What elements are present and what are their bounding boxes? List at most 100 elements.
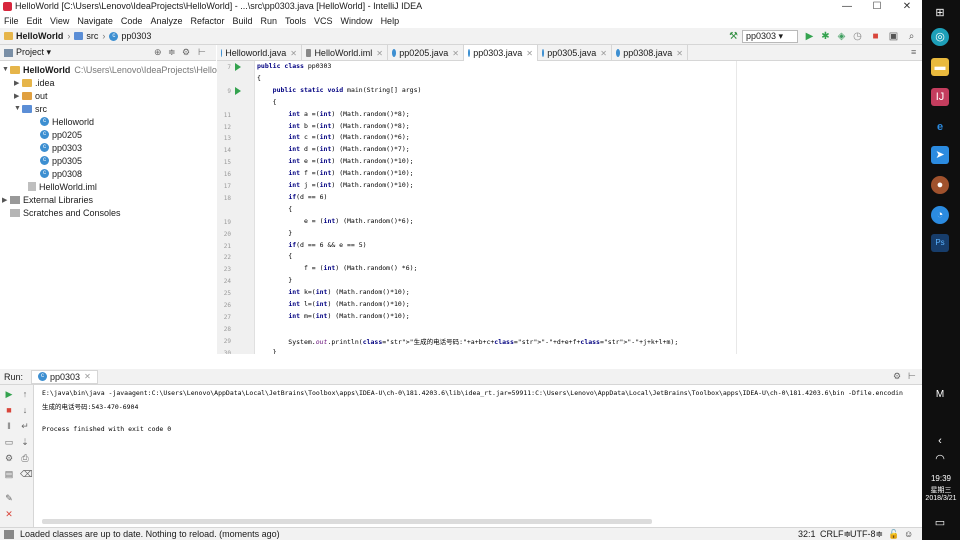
send-icon[interactable]: ➤ (931, 146, 949, 164)
run-gutter-icon[interactable] (235, 86, 241, 95)
pin-icon[interactable]: ✎ (4, 493, 14, 503)
start-icon[interactable]: ⊞ (931, 4, 949, 22)
tab-pp0305[interactable]: pp0305.java ✕ (538, 45, 612, 61)
lock-icon[interactable]: 🔓 (888, 529, 899, 540)
close-tab-icon[interactable]: ✕ (84, 372, 91, 381)
print-icon[interactable]: ⎙ (20, 453, 30, 463)
layout-icon[interactable]: ▤ (4, 469, 14, 479)
stop-icon[interactable]: ■ (870, 31, 881, 42)
menu-run[interactable]: Run (261, 16, 278, 26)
file-encoding[interactable]: UTF-8≑ (850, 529, 883, 540)
run-gutter-icon[interactable] (235, 63, 241, 71)
pause-icon[interactable]: ‖ (4, 421, 14, 431)
tree-item-class[interactable]: c pp0305 (40, 154, 82, 167)
horizontal-scrollbar[interactable] (42, 519, 652, 524)
menu-view[interactable]: View (50, 16, 69, 26)
menu-help[interactable]: Help (381, 16, 400, 26)
clock-weekday[interactable]: 星期三 (922, 485, 960, 495)
menu-code[interactable]: Code (121, 16, 143, 26)
tree-item-helloworld[interactable]: ▼ HelloWorld C:\Users\Lenovo\IdeaProject… (2, 63, 240, 76)
minimize-button[interactable]: — (832, 0, 862, 14)
run-configuration-select[interactable]: pp0303 ▾ (742, 30, 798, 43)
close-tab-icon[interactable]: ✕ (452, 49, 459, 58)
rerun-icon[interactable]: ▶ (4, 389, 14, 399)
tree-item-class[interactable]: c pp0303 (40, 141, 82, 154)
collapse-icon[interactable]: ≑ (168, 47, 176, 58)
target-icon[interactable]: ⊕ (154, 47, 162, 58)
edge-icon[interactable]: e (931, 118, 949, 136)
code-editor[interactable]: 7 9 11 12 13 14 15 16 17 18 19 20 21 22 23 24 25 26 27 28 29… (217, 61, 922, 354)
line-separator[interactable]: CRLF≑ (820, 529, 851, 540)
menu-window[interactable]: Window (341, 16, 373, 26)
caret-position[interactable]: 32:1 (798, 529, 816, 539)
expand-arrow-icon[interactable]: ▼ (14, 105, 22, 112)
tab-pp0308[interactable]: pp0308.java ✕ (612, 45, 688, 61)
project-view-select[interactable]: Project ▾ (16, 47, 51, 58)
tab-helloworld-java[interactable]: Helloworld.java ✕ (217, 45, 302, 61)
menu-refactor[interactable]: Refactor (190, 16, 224, 26)
close-tab-icon[interactable]: ✕ (290, 49, 297, 58)
expand-arrow-icon[interactable]: ▶ (2, 196, 10, 204)
stop-icon[interactable]: ■ (4, 405, 14, 415)
intellij-icon[interactable]: IJ (931, 88, 949, 106)
soft-wrap-icon[interactable]: ↵ (20, 421, 30, 431)
close-button[interactable]: ✕ (892, 0, 922, 14)
action-center-icon[interactable]: ▭ (931, 514, 949, 532)
tab-pp0303[interactable]: pp0303.java ✕ (464, 45, 538, 61)
debug-icon[interactable]: ✱ (820, 31, 831, 42)
expand-arrow-icon[interactable]: ▶ (14, 79, 22, 87)
menu-navigate[interactable]: Navigate (77, 16, 113, 26)
user-icon[interactable]: ● (931, 176, 949, 194)
up-icon[interactable]: ↑ (20, 389, 30, 399)
tree-item-scratches[interactable]: Scratches and Consoles (10, 206, 121, 219)
tree-item-class[interactable]: c Helloworld (40, 115, 94, 128)
photoshop-icon[interactable]: Ps (931, 234, 949, 252)
app-icon[interactable]: ◎ (931, 28, 949, 46)
settings-icon[interactable]: ⚙ (4, 453, 14, 463)
coverage-icon[interactable]: ◈ (836, 31, 847, 42)
chevron-left-icon[interactable]: ‹ (931, 432, 949, 450)
breadcrumb-class[interactable]: c pp0303 (109, 31, 151, 41)
tab-helloworld-iml[interactable]: HelloWorld.iml ✕ (302, 45, 388, 61)
wifi-icon[interactable]: ◠ (931, 450, 949, 468)
hide-icon[interactable]: ⊢ (908, 371, 916, 382)
notifications-icon[interactable]: ☺ (904, 529, 913, 539)
profile-icon[interactable]: ◷ (852, 31, 863, 42)
close-tab-icon[interactable]: ✕ (600, 49, 607, 58)
maximize-button[interactable]: ☐ (862, 0, 892, 14)
run-tab[interactable]: c pp0303 ✕ (31, 369, 98, 384)
menu-edit[interactable]: Edit (27, 16, 43, 26)
expand-arrow-icon[interactable]: ▼ (2, 66, 10, 73)
tab-list-icon[interactable]: ≡ (911, 47, 916, 57)
project-structure-icon[interactable]: ▣ (888, 31, 899, 42)
close-tab-icon[interactable]: ✕ (676, 49, 683, 58)
down-icon[interactable]: ↓ (20, 405, 30, 415)
scroll-end-icon[interactable]: ⇣ (20, 437, 30, 447)
tree-item-external-libraries[interactable]: ▶ External Libraries (2, 193, 93, 206)
menu-tools[interactable]: Tools (285, 16, 306, 26)
console-output[interactable]: E:\java\bin\java -javaagent:C:\Users\Len… (36, 385, 922, 527)
breadcrumb-project[interactable]: HelloWorld (4, 31, 63, 41)
tree-item-iml[interactable]: HelloWorld.iml (28, 180, 97, 193)
dump-threads-icon[interactable]: ▭ (4, 437, 14, 447)
close-icon[interactable]: ✕ (4, 509, 14, 519)
tree-item-src[interactable]: ▼ src (14, 102, 47, 115)
clear-icon[interactable]: ⌫ (20, 469, 33, 479)
file-explorer-icon[interactable]: ▬ (931, 58, 949, 76)
tab-pp0205[interactable]: pp0205.java ✕ (388, 45, 464, 61)
breadcrumb-src[interactable]: src (74, 31, 98, 41)
menu-vcs[interactable]: VCS (314, 16, 333, 26)
run-icon[interactable]: ▶ (804, 31, 815, 42)
close-tab-icon[interactable]: ✕ (526, 49, 533, 58)
menu-analyze[interactable]: Analyze (150, 16, 182, 26)
tree-item-class[interactable]: c pp0205 (40, 128, 82, 141)
menu-file[interactable]: File (4, 16, 19, 26)
hide-icon[interactable]: ⊢ (198, 47, 206, 58)
clock-time[interactable]: 19:39 (922, 474, 960, 483)
tree-item-idea[interactable]: ▶ .idea (14, 76, 55, 89)
settings-icon[interactable]: ⚙ (893, 371, 901, 382)
settings-icon[interactable]: ⚙ (182, 47, 190, 58)
clock-date[interactable]: 2018/3/21 (922, 495, 960, 502)
search-icon[interactable]: ⌕ (906, 31, 917, 42)
tree-item-class[interactable]: c pp0308 (40, 167, 82, 180)
